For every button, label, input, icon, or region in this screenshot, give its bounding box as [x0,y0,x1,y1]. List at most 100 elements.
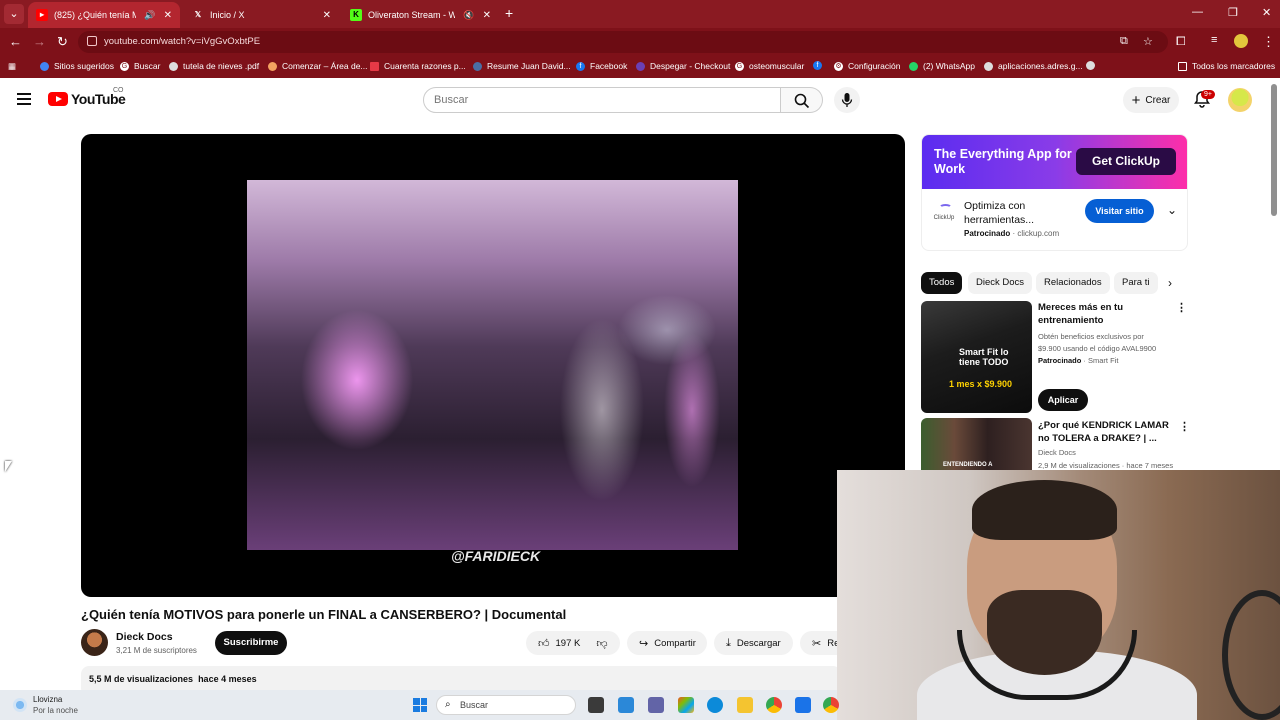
thumbs-up-icon[interactable]: 👍︎ [538,637,550,650]
bookmark-star-icon[interactable]: ☆ [1143,35,1153,48]
site-info-icon[interactable] [87,36,97,46]
bookmark-item[interactable]: Gosteomuscular [735,61,804,71]
close-tab-icon[interactable]: ✕ [164,10,172,21]
chip-all[interactable]: Todos [921,272,963,294]
file-explorer-icon[interactable] [737,697,753,713]
sponsored-label: Patrocinado [964,229,1011,238]
tab-x[interactable]: 𝕏 Inicio / X ✕ [184,2,339,28]
recommendation-thumbnail[interactable]: Smart Fit lo tiene TODO 1 mes x $9.900 [921,301,1032,413]
minimize-icon[interactable]: — [1192,6,1203,18]
more-options-icon[interactable]: ⋮ [1176,301,1187,314]
weather-icon[interactable] [13,698,27,712]
recommendation-item[interactable]: Smart Fit lo tiene TODO 1 mes x $9.900 M… [921,301,1191,413]
share-button[interactable]: ↪ Compartir [627,631,707,655]
ad-banner-cta[interactable]: Get ClickUp [1076,148,1176,175]
channel-name[interactable]: Dieck Docs [116,631,173,643]
bookmark-item[interactable]: Cuarenta razones p... [370,61,466,71]
clip-button[interactable]: ✂ Re [800,631,837,655]
view-count: 5,5 M de visualizaciones [89,674,194,684]
close-tab-icon[interactable]: ✕ [323,10,331,21]
recommendation-title[interactable]: ¿Por qué KENDRICK LAMAR no TOLERA a DRAK… [1038,419,1173,445]
chevron-right-icon[interactable]: › [1168,276,1172,290]
recommendation-thumbnail[interactable]: ENTENDIENDO A [921,418,1032,470]
visit-site-button[interactable]: Visitar sitio [1085,199,1154,223]
menu-icon[interactable] [17,93,31,108]
bookmark-item[interactable]: Sitios sugeridos [40,61,114,71]
apply-button[interactable]: Aplicar [1038,389,1088,411]
thumbs-down-icon[interactable]: 👎︎ [596,637,607,650]
video-frame[interactable] [247,180,738,550]
weather-subtitle[interactable]: Por la noche [33,706,78,715]
close-tab-icon[interactable]: ✕ [483,10,491,21]
more-options-icon[interactable]: ⋮ [1179,420,1190,433]
media-controls-icon[interactable]: ≡ [1211,34,1217,46]
bookmark-item[interactable]: G Buscar [120,61,160,71]
chrome-menu-icon[interactable]: ⋮ [1262,34,1275,50]
omnibox[interactable]: youtube.com/watch?v=iVgGvOxbtPE ⧉ ☆ [78,31,1168,53]
all-bookmarks-folder[interactable]: Todos los marcadores [1178,61,1275,71]
chip-channel[interactable]: Dieck Docs [968,272,1033,294]
reload-icon[interactable]: ↻ [57,34,68,50]
apps-grid-icon[interactable]: ▦ [8,61,16,72]
profile-avatar-icon[interactable] [1234,34,1248,48]
tab-search-menu[interactable]: ⌄ [4,4,24,24]
bookmark-item[interactable]: Comenzar – Área de... [268,61,368,71]
audio-playing-icon[interactable]: 🔊 [144,10,155,21]
search-button[interactable] [781,87,823,113]
chrome-active-icon[interactable] [823,697,839,713]
mail-icon[interactable] [795,697,811,713]
store-icon[interactable] [618,697,634,713]
taskbar-search[interactable]: ⌕ Buscar [436,695,576,715]
recommendation-title[interactable]: Mereces más en tu entrenamiento [1038,301,1173,327]
tab-youtube[interactable]: ▸ (825) ¿Quién tenía MOTIVO 🔊 ✕ [28,2,180,28]
bookmark-item[interactable]: aplicaciones.adres.g... [984,61,1083,71]
like-count[interactable]: 197 K [556,638,581,649]
back-icon[interactable]: ← [9,34,22,49]
bookmark-item[interactable]: tutela de nieves .pdf [169,61,259,71]
tab-kick[interactable]: K Oliveraton Stream - Watch 🔇 ✕ [342,2,499,28]
copilot-icon[interactable] [678,697,694,713]
chip-for-you[interactable]: Para ti [1114,272,1158,294]
url-text[interactable]: youtube.com/watch?v=iVgGvOxbtPE [104,36,260,47]
create-button[interactable]: + Crear [1123,87,1179,113]
task-view-icon[interactable] [588,697,604,713]
video-watermark: @FARIDIECK [451,548,541,564]
recommendation-item[interactable]: ENTENDIENDO A ¿Por qué KENDRICK LAMAR no… [921,418,1191,470]
close-window-icon[interactable]: ✕ [1262,6,1271,19]
restore-icon[interactable]: ❐ [1228,6,1238,19]
download-icon: ⤓ [726,636,731,649]
bookmark-item[interactable]: f Facebook [576,61,627,71]
sponsored-ad-card[interactable]: The Everything App for Work Get ClickUp … [921,134,1188,251]
weather-title[interactable]: Llovizna [33,695,62,704]
subscribe-button[interactable]: Suscribirme [215,631,287,655]
extensions-icon[interactable]: ⧠ [1176,34,1186,49]
bookmark-item[interactable]: ⚙ Configuración [834,61,900,71]
forward-icon[interactable]: → [33,34,46,49]
bookmark-item[interactable]: (2) WhatsApp [909,61,975,71]
page-scrollbar[interactable] [1271,84,1277,216]
ad-banner[interactable]: The Everything App for Work Get ClickUp [922,135,1187,189]
chevron-down-icon[interactable]: ⌄ [1167,203,1177,217]
new-tab-icon[interactable]: + [505,5,513,21]
address-toolbar: ← → ↻ youtube.com/watch?v=iVgGvOxbtPE ⧉ … [0,28,1280,56]
muted-icon[interactable]: 🔇 [463,10,474,21]
bookmark-item[interactable]: Despegar - Checkout [636,61,730,71]
user-avatar[interactable] [1228,88,1252,112]
download-button[interactable]: ⤓ Descargar [714,631,793,655]
video-player[interactable]: @FARIDIECK [81,134,905,597]
search-input[interactable]: Buscar [423,87,781,113]
teams-icon[interactable] [648,697,664,713]
channel-avatar[interactable] [81,629,108,656]
start-button[interactable] [413,698,427,712]
recommendation-channel[interactable]: Dieck Docs [1038,448,1076,457]
notification-badge: 9+ [1201,90,1215,99]
edge-icon[interactable] [707,697,723,713]
chip-related[interactable]: Relacionados [1036,272,1110,294]
chrome-icon[interactable] [766,697,782,713]
facebook-bookmark-icon[interactable]: f [813,61,827,70]
youtube-play-icon [48,92,68,106]
globe-bookmark-icon[interactable] [1086,61,1100,70]
voice-search-button[interactable] [834,87,860,113]
cast-icon[interactable]: ⧉ [1120,35,1128,48]
bookmark-item[interactable]: Resume Juan David... [473,61,571,71]
